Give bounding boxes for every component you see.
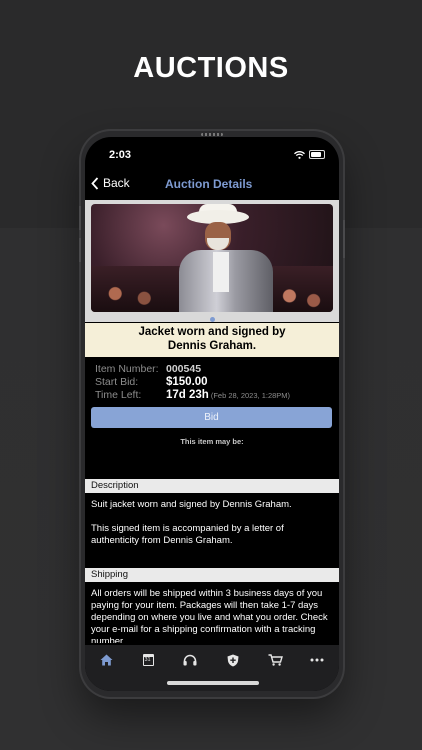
description-line2: This signed item is accompanied by a let… — [91, 523, 284, 546]
page-title: Auction Details — [165, 177, 253, 191]
tab-shield[interactable] — [218, 650, 248, 670]
tab-cart[interactable] — [260, 650, 290, 670]
home-indicator — [167, 681, 259, 685]
headphones-icon — [183, 654, 197, 666]
item-number-label: Item Number: — [95, 363, 159, 375]
wifi-icon — [294, 150, 305, 159]
chevron-left-icon — [91, 176, 99, 190]
shipping-text: All orders will be shipped within 3 busi… — [91, 588, 328, 643]
item-title-line2: Dennis Graham. — [167, 340, 257, 352]
promo-headline: AUCTIONS — [133, 52, 289, 84]
battery-icon — [309, 150, 325, 159]
start-bid-label: Start Bid: — [95, 376, 139, 388]
item-number-row: Item Number: 000545 — [95, 363, 335, 376]
volume-up-button — [79, 206, 81, 230]
cart-icon — [268, 654, 283, 666]
shield-icon — [227, 654, 239, 666]
item-title-line1: Jacket worn and signed by — [138, 326, 286, 338]
start-bid-value: $150.00 — [166, 376, 208, 388]
tab-more[interactable] — [302, 650, 332, 670]
item-photo — [91, 204, 333, 312]
tab-audio[interactable] — [175, 650, 205, 670]
bid-button[interactable]: Bid — [91, 407, 332, 428]
power-button — [343, 220, 345, 258]
item-details: Item Number: 000545 Start Bid: $150.00 T… — [95, 363, 335, 402]
more-icon — [310, 658, 324, 662]
tab-calendar[interactable]: 31 — [133, 650, 163, 670]
phone-screen: 2:03 Back Auction Details Jacket worn an… — [85, 137, 339, 691]
speaker-grille — [201, 133, 223, 136]
item-title: Jacket worn and signed by Dennis Graham. — [85, 323, 339, 357]
description-header: Description — [85, 479, 339, 493]
time-left-label: Time Left: — [95, 389, 142, 401]
volume-down-button — [79, 238, 81, 262]
item-may-be-text: This item may be: — [180, 437, 244, 446]
photo-person — [179, 204, 273, 312]
time-left-value: 17d 23h — [166, 389, 209, 401]
calendar-icon: 31 — [142, 654, 154, 666]
navigation-bar: Back Auction Details — [85, 175, 339, 195]
description-line1: Suit jacket worn and signed by Dennis Gr… — [91, 499, 292, 510]
back-label: Back — [103, 176, 130, 190]
status-bar: 2:03 — [85, 149, 339, 163]
item-number-value: 000545 — [166, 363, 202, 375]
item-photo-carousel[interactable] — [85, 200, 339, 322]
shipping-header: Shipping — [85, 568, 339, 582]
calendar-day: 31 — [144, 657, 151, 663]
status-icons — [294, 150, 325, 159]
carousel-page-indicator — [210, 317, 215, 322]
back-button[interactable]: Back — [91, 176, 130, 190]
start-bid-row: Start Bid: $150.00 — [95, 376, 335, 389]
end-date: (Feb 28, 2023, 1:28PM) — [210, 391, 291, 400]
time-left-row: Time Left: 17d 23h (Feb 28, 2023, 1:28PM) — [95, 389, 335, 402]
home-icon — [100, 654, 112, 666]
tab-home[interactable] — [91, 650, 121, 670]
time-left-value-wrap: 17d 23h (Feb 28, 2023, 1:28PM) — [166, 389, 290, 401]
status-time: 2:03 — [109, 149, 132, 161]
